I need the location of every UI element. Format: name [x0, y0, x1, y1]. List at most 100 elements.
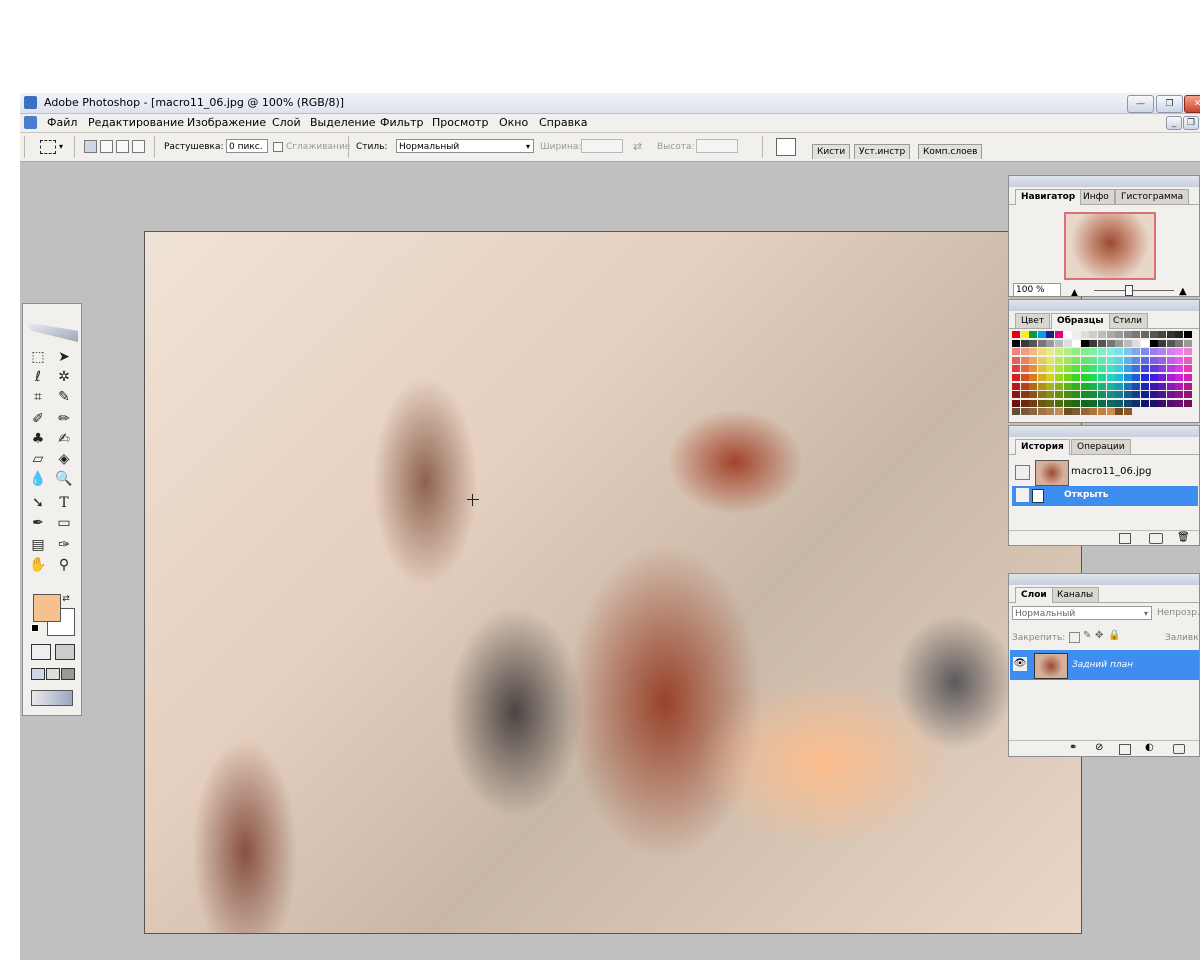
history-brush-icon[interactable]: ✍	[53, 430, 75, 448]
swatch-cell[interactable]	[1063, 365, 1072, 373]
history-snapshot-row[interactable]: macro11_06.jpg	[1013, 460, 1193, 486]
move-tool-icon[interactable]: ➤	[53, 348, 75, 366]
swatch-cell[interactable]	[1063, 408, 1072, 416]
feather-input[interactable]: 0 пикс.	[226, 139, 268, 153]
swatch-cell[interactable]	[1037, 348, 1046, 356]
swatch-cell[interactable]	[1115, 391, 1124, 399]
swatch-cell[interactable]	[1141, 356, 1149, 364]
swatch-cell[interactable]	[1072, 408, 1081, 416]
swatch-cell[interactable]	[1046, 408, 1055, 416]
menu-help[interactable]: Справка	[539, 116, 587, 129]
swatch-cell[interactable]	[1098, 382, 1106, 390]
close-button[interactable]: ✕	[1184, 95, 1200, 113]
swatch-cell[interactable]	[1029, 391, 1038, 399]
swatch-cell[interactable]	[1141, 374, 1149, 381]
document-canvas[interactable]	[144, 231, 1082, 934]
swatch-cell[interactable]	[1020, 348, 1029, 356]
swatch-cell[interactable]	[1080, 356, 1089, 364]
swatch-cell[interactable]	[1046, 348, 1055, 356]
swatch-cell[interactable]	[1037, 408, 1046, 416]
swatch-cell[interactable]	[1063, 391, 1072, 399]
healing-brush-icon[interactable]: ✐	[27, 410, 49, 428]
swatch-cell[interactable]	[1166, 331, 1175, 338]
screen-mode-standard-icon[interactable]	[31, 668, 45, 680]
swatch-cell[interactable]	[1063, 399, 1072, 407]
navigator-thumbnail[interactable]	[1064, 212, 1156, 280]
shape-tool-icon[interactable]: ▭	[53, 514, 75, 532]
tool-preset-arrow-icon[interactable]: ▾	[59, 142, 63, 151]
swatch-cell[interactable]	[1123, 356, 1132, 364]
swatch-cell[interactable]	[1055, 331, 1063, 338]
swatch-cell[interactable]	[1166, 365, 1175, 373]
swatch-cell[interactable]	[1158, 365, 1167, 373]
swatch-cell[interactable]	[1115, 356, 1124, 364]
swatch-cell[interactable]	[1175, 391, 1184, 399]
swatch-cell[interactable]	[1149, 365, 1158, 373]
swatch-cell[interactable]	[1098, 331, 1106, 338]
default-colors-icon[interactable]	[31, 624, 39, 632]
swatch-cell[interactable]	[1123, 382, 1132, 390]
swatch-cell[interactable]	[1106, 331, 1115, 338]
brush-tool-icon[interactable]: ✏	[53, 410, 75, 428]
swatch-cell[interactable]	[1158, 374, 1167, 381]
swatch-cell[interactable]	[1123, 408, 1132, 416]
swatch-cell[interactable]	[1029, 374, 1038, 381]
swatch-cell[interactable]	[1098, 391, 1106, 399]
swatch-cell[interactable]	[1166, 348, 1175, 356]
swatch-cell[interactable]	[1106, 382, 1115, 390]
swatch-cell[interactable]	[1184, 339, 1192, 347]
subtract-selection-icon[interactable]	[116, 140, 129, 153]
swatch-cell[interactable]	[1020, 356, 1029, 364]
swatch-cell[interactable]	[1037, 374, 1046, 381]
swatch-cell[interactable]	[1072, 399, 1081, 407]
swatch-cell[interactable]	[1132, 339, 1141, 347]
swatch-cell[interactable]	[1098, 408, 1106, 416]
swatch-cell[interactable]	[1029, 365, 1038, 373]
swatch-cell[interactable]	[1029, 348, 1038, 356]
swatch-cell[interactable]	[1063, 331, 1072, 338]
swatch-cell[interactable]	[1158, 356, 1167, 364]
menu-window[interactable]: Окно	[499, 116, 528, 129]
swatch-cell[interactable]	[1046, 374, 1055, 381]
swatch-cell[interactable]	[1184, 374, 1192, 381]
swatch-cell[interactable]	[1029, 408, 1038, 416]
swatch-cell[interactable]	[1132, 374, 1141, 381]
swatch-cell[interactable]	[1106, 348, 1115, 356]
zoom-in-icon[interactable]: ▲	[1179, 286, 1187, 296]
history-brush-source-icon[interactable]	[1015, 465, 1030, 480]
swatch-cell[interactable]	[1184, 399, 1192, 407]
swatch-cell[interactable]	[1184, 348, 1192, 356]
swatch-cell[interactable]	[1046, 365, 1055, 373]
swatch-cell[interactable]	[1184, 356, 1192, 364]
tab-histogram[interactable]: Гистограмма	[1115, 189, 1190, 205]
menu-edit[interactable]: Редактирование	[88, 116, 184, 129]
adjustment-layer-icon[interactable]: ◐	[1145, 742, 1154, 753]
lock-position-icon[interactable]: ✥	[1095, 630, 1103, 641]
swatch-cell[interactable]	[1166, 374, 1175, 381]
swatch-cell[interactable]	[1055, 339, 1063, 347]
width-input[interactable]	[581, 139, 623, 153]
eyedropper-tool-icon[interactable]: ✑	[53, 536, 75, 554]
swatch-cell[interactable]	[1166, 399, 1175, 407]
swatch-cell[interactable]	[1029, 331, 1038, 338]
swatch-cell[interactable]	[1020, 365, 1029, 373]
swatch-cell[interactable]	[1020, 399, 1029, 407]
swatch-cell[interactable]	[1149, 374, 1158, 381]
swatch-cell[interactable]	[1080, 331, 1089, 338]
swatch-cell[interactable]	[1123, 339, 1132, 347]
swatch-cell[interactable]	[1132, 391, 1141, 399]
swatch-cell[interactable]	[1115, 331, 1124, 338]
swatch-cell[interactable]	[1098, 399, 1106, 407]
blend-mode-select[interactable]: Нормальный ▾	[1012, 606, 1152, 620]
swatch-cell[interactable]	[1037, 382, 1046, 390]
swatch-cell[interactable]	[1089, 331, 1098, 338]
swatch-cell[interactable]	[1055, 348, 1063, 356]
swatch-cell[interactable]	[1184, 382, 1192, 390]
swatch-cell[interactable]	[1080, 391, 1089, 399]
swatch-cell[interactable]	[1106, 356, 1115, 364]
swatch-cell[interactable]	[1106, 408, 1115, 416]
swatch-cell[interactable]	[1158, 331, 1167, 338]
swatch-cell[interactable]	[1141, 331, 1149, 338]
foreground-color-swatch[interactable]	[33, 594, 61, 622]
swatch-cell[interactable]	[1098, 365, 1106, 373]
